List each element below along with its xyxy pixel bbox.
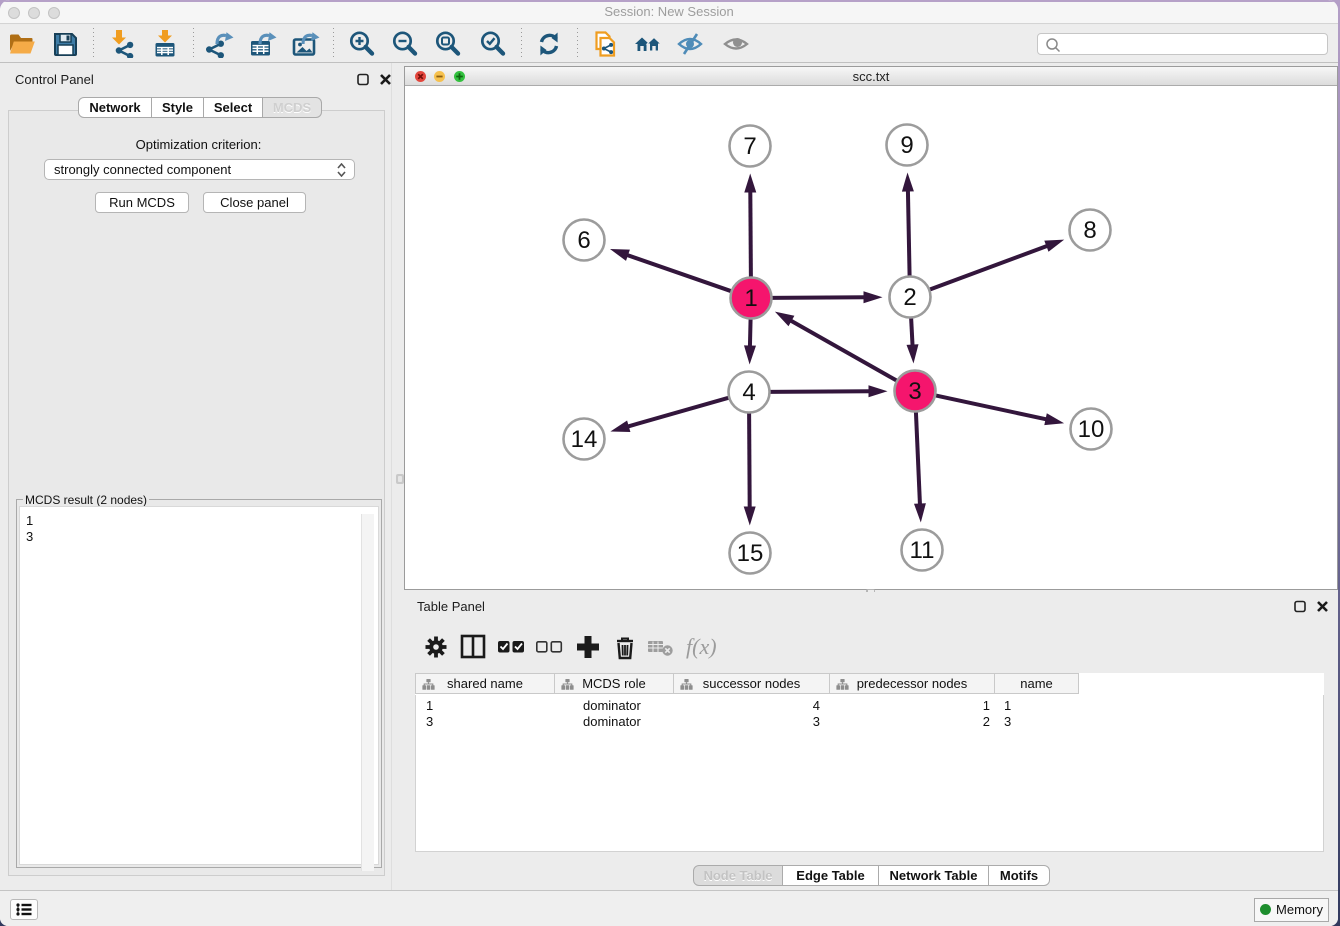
svg-text:6: 6 xyxy=(577,227,590,254)
svg-text:10: 10 xyxy=(1078,416,1105,443)
svg-text:15: 15 xyxy=(737,540,764,567)
svg-text:3: 3 xyxy=(908,378,921,405)
svg-text:1: 1 xyxy=(744,285,757,312)
svg-text:8: 8 xyxy=(1083,217,1096,244)
svg-text:14: 14 xyxy=(571,426,598,453)
svg-text:11: 11 xyxy=(910,537,935,564)
svg-text:2: 2 xyxy=(903,284,916,311)
svg-text:7: 7 xyxy=(743,133,756,160)
svg-text:9: 9 xyxy=(900,132,913,159)
svg-text:4: 4 xyxy=(742,379,755,406)
